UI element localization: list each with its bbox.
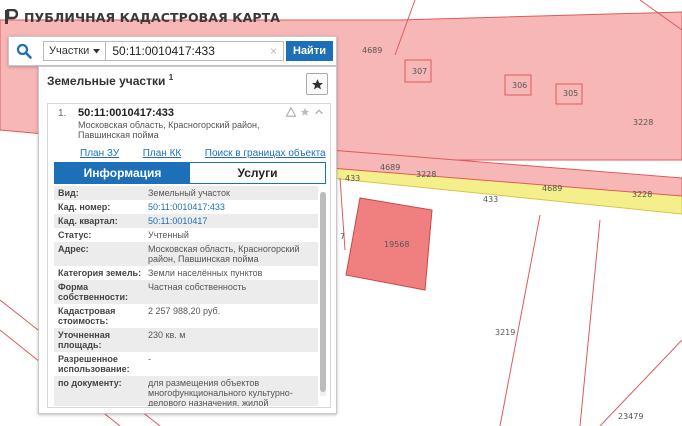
- prop-label: Разрешенное использование:: [58, 354, 130, 374]
- search-input-value: 50:11:0010417:433: [112, 44, 215, 58]
- map-label: 433: [483, 195, 499, 204]
- caret-down-icon: [93, 48, 101, 53]
- prop-value: Земельный участок: [148, 188, 230, 198]
- panel-header: Земельные участки 1: [39, 67, 336, 97]
- prop-label: Вид:: [58, 188, 79, 198]
- prop-row: Кад. номер: 50:11:0010417:433: [54, 200, 318, 214]
- prop-row: Вид: Земельный участок: [54, 186, 318, 200]
- prop-label: Кад. номер:: [58, 202, 111, 212]
- app-header: ПУБЛИЧНАЯ КАДАСТРОВАЯ КАРТА: [4, 6, 280, 28]
- prop-row: Уточненная площадь: 230 кв. м: [54, 328, 318, 352]
- map-label: 19568: [384, 240, 410, 249]
- search-type-select[interactable]: Участки: [43, 41, 107, 61]
- prop-label: Форма собственности:: [58, 282, 128, 302]
- prop-label: Уточненная площадь:: [58, 330, 110, 350]
- prop-row: Адрес: Московская область, Красногорский …: [54, 242, 318, 266]
- parcel-card[interactable]: 1. 50:11:0010417:433 Московская область,…: [47, 103, 331, 408]
- prop-value: 230 кв. м: [148, 330, 186, 340]
- star-icon[interactable]: [300, 107, 310, 117]
- map-label: 4689: [362, 46, 383, 55]
- prop-row: Кад. квартал: 50:11:0010417: [54, 214, 318, 228]
- panel-title: Земельные участки 1: [47, 73, 173, 88]
- prop-value: -: [148, 354, 151, 364]
- card-index: 1.: [58, 108, 67, 119]
- map-label: 3228: [633, 118, 654, 127]
- chevron-up-icon[interactable]: [314, 107, 324, 117]
- tab-info[interactable]: Информация: [55, 163, 190, 183]
- scrollbar-thumb[interactable]: [320, 192, 326, 392]
- search-icon[interactable]: [9, 37, 39, 65]
- properties-scrollbar[interactable]: [320, 192, 326, 396]
- prop-row: по документу: для размещения объектов мно…: [54, 376, 318, 406]
- search-type-label: Участки: [49, 45, 90, 57]
- map-label: 305: [563, 89, 579, 98]
- prop-row: Статус: Учтенный: [54, 228, 318, 242]
- cadastral-quarter-link[interactable]: 50:11:0010417: [148, 216, 314, 226]
- prop-label: Кадастровая стоимость:: [58, 306, 116, 326]
- card-tabs: Информация Услуги: [54, 162, 326, 184]
- map-label: 3219: [495, 328, 516, 337]
- prop-row: Разрешенное использование: -: [54, 352, 318, 376]
- clear-icon[interactable]: ×: [270, 44, 277, 58]
- search-input[interactable]: 50:11:0010417:433 ×: [106, 41, 284, 61]
- prop-label: Статус:: [58, 230, 92, 240]
- prop-row: Форма собственности: Частная собственност…: [54, 280, 318, 304]
- map-label: 433: [345, 174, 361, 183]
- prop-label: Категория земель:: [58, 268, 142, 278]
- map-label: 7: [340, 232, 346, 241]
- card-address: Московская область, Красногорский район,…: [78, 120, 260, 140]
- map-label: 3228: [416, 170, 437, 179]
- app-title: ПУБЛИЧНАЯ КАДАСТРОВАЯ КАРТА: [24, 9, 281, 25]
- map-label: 306: [512, 81, 528, 90]
- prop-value: Московская область, Красногорский район,…: [148, 244, 300, 264]
- rosreestr-logo-icon: [4, 8, 19, 25]
- star-icon: [311, 78, 323, 89]
- prop-value: Частная собственность: [148, 282, 247, 292]
- favorites-button[interactable]: [306, 73, 328, 95]
- prop-value: Земли населённых пунктов: [148, 268, 263, 278]
- panel-title-text: Земельные участки: [47, 74, 166, 88]
- properties-list: Вид: Земельный участок Кад. номер: 50:11:0…: [54, 186, 318, 406]
- prop-row: Категория земель: Земли населённых пункто…: [54, 266, 318, 280]
- results-panel: Земельные участки 1 1. 50:11:0010417:433…: [38, 66, 337, 414]
- search-bar: Участки 50:11:0010417:433 × Найти: [8, 36, 337, 66]
- map-label: 23479: [618, 412, 644, 421]
- prop-value: 2 257 988,20 руб.: [148, 306, 221, 316]
- prop-label: по документу:: [58, 378, 122, 388]
- map-label: 307: [412, 67, 428, 76]
- prop-row: Кадастровая стоимость: 2 257 988,20 руб.: [54, 304, 318, 328]
- cadastral-number-link[interactable]: 50:11:0010417:433: [148, 202, 314, 212]
- results-count: 1: [168, 73, 174, 82]
- map-label: 4689: [380, 163, 401, 172]
- tab-services[interactable]: Услуги: [190, 163, 325, 183]
- prop-value: для размещения объектов многофункциональ…: [148, 378, 293, 406]
- map-label: 4689: [542, 184, 563, 193]
- search-button[interactable]: Найти: [286, 41, 333, 61]
- map-label: 3228: [632, 190, 653, 199]
- warning-icon[interactable]: [286, 107, 296, 117]
- prop-label: Адрес:: [58, 244, 89, 254]
- card-cadastral-number: 50:11:0010417:433: [78, 107, 175, 119]
- prop-value: Учтенный: [148, 230, 189, 240]
- card-actions: [286, 107, 324, 117]
- prop-label: Кад. квартал:: [58, 216, 118, 226]
